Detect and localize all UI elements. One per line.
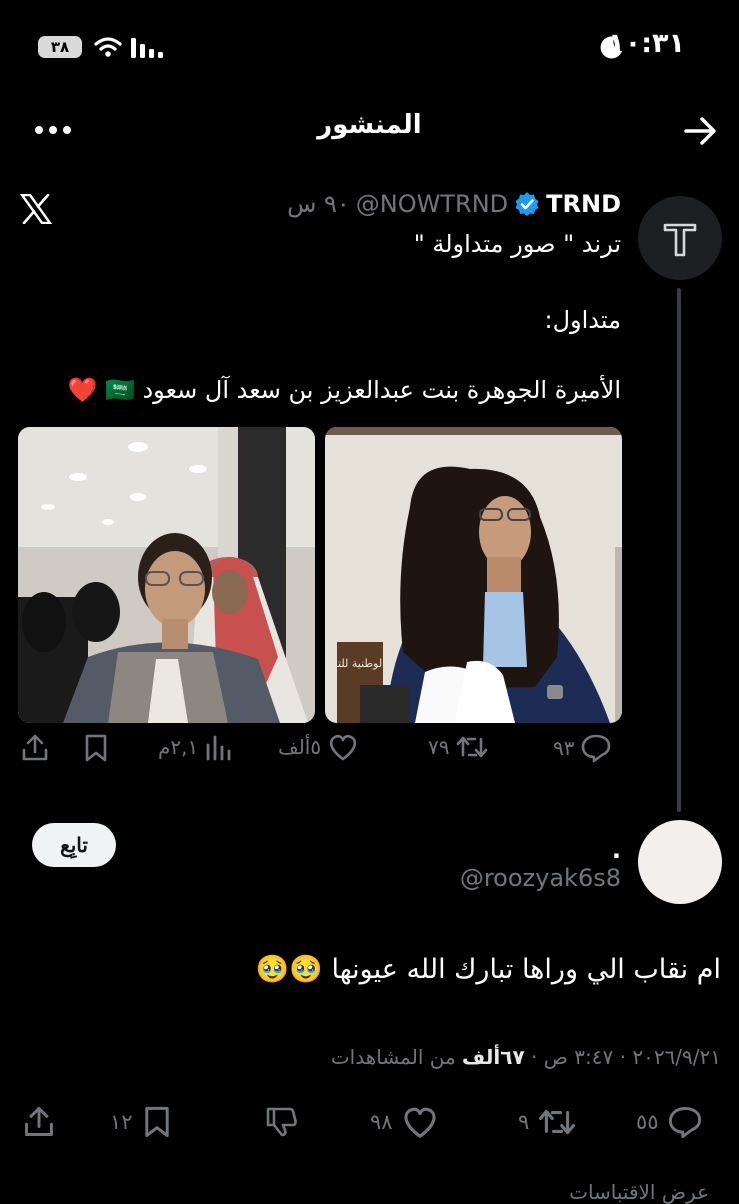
- bookmark-button[interactable]: ١٢: [110, 1105, 173, 1139]
- verified-badge-icon: [514, 191, 540, 217]
- views-chart-icon: [204, 733, 232, 761]
- repost-button[interactable]: ٧٩: [428, 733, 489, 761]
- like-count: ٩٨: [370, 1110, 393, 1134]
- post-photo[interactable]: [18, 427, 315, 723]
- author-handle[interactable]: @NOWTRND: [356, 190, 508, 218]
- reply-button[interactable]: ٩٣: [553, 733, 612, 763]
- repost-icon: [455, 733, 489, 761]
- like-button[interactable]: ٩٨: [370, 1105, 439, 1139]
- page-title: المنشور: [317, 110, 422, 140]
- signal-icon: [131, 38, 167, 58]
- battery-level: ٣٨: [50, 38, 70, 56]
- post-actions: ١٢ ٩٨ ٩ ٥٥: [0, 1105, 739, 1151]
- reply-icon: [667, 1105, 703, 1139]
- heart-icon: [401, 1105, 439, 1139]
- heart-icon: [327, 733, 359, 761]
- views-stat[interactable]: ٢,١م: [158, 733, 232, 761]
- reply-button[interactable]: ٥٥: [636, 1105, 703, 1139]
- bookmark-button[interactable]: [82, 733, 110, 763]
- quoted-post-header: TRND @NOWTRND ٩٠ س: [287, 190, 621, 218]
- share-icon: [20, 733, 50, 763]
- views-count: ٢,١م: [158, 735, 199, 759]
- battery-indicator: ٣٨: [38, 36, 82, 58]
- reply-count: ٩٣: [553, 736, 575, 760]
- thumbs-down-icon: [264, 1105, 300, 1139]
- share-button[interactable]: [22, 1105, 56, 1139]
- post-date: ٢٠٢٦/٩/٢١: [632, 1045, 721, 1069]
- bookmark-icon: [82, 733, 110, 763]
- back-arrow-icon[interactable]: [684, 116, 718, 146]
- views-count: ٦٧ألف: [462, 1045, 525, 1069]
- quoted-text-line: الأميرة الجوهرة بنت عبدالعزيز بن سعد آل …: [67, 376, 621, 404]
- dislike-button[interactable]: [264, 1105, 300, 1139]
- reply-icon: [580, 733, 612, 763]
- wifi-icon: [94, 36, 122, 58]
- bookmark-icon: [141, 1105, 173, 1139]
- post-time: ٣:٤٧ ص: [543, 1045, 614, 1069]
- post-photo[interactable]: الوطنية للتا: [325, 427, 622, 723]
- quoted-text-line: متداول:: [544, 306, 621, 334]
- bookmark-count: ١٢: [110, 1110, 133, 1134]
- x-logo-icon: [20, 194, 52, 224]
- quoted-text-line: ترند " صور متداولة ": [413, 230, 621, 258]
- like-count: ٥ألف: [278, 735, 322, 759]
- user-avatar[interactable]: [638, 820, 722, 904]
- post-meta: ٢٠٢٦/٩/٢١ · ٣:٤٧ ص · ٦٧ألف من المشاهدات: [330, 1045, 721, 1069]
- view-quotes-link[interactable]: عرض الاقتباسات: [569, 1180, 709, 1204]
- follow-button[interactable]: تابِع: [32, 823, 116, 867]
- like-button[interactable]: ٥ألف: [278, 733, 359, 761]
- repost-button[interactable]: ٩: [518, 1105, 577, 1139]
- user-display-name[interactable]: .: [612, 836, 621, 864]
- repost-icon: [537, 1105, 577, 1139]
- quoted-post-actions: ٢,١م ٥ألف ٧٩ ٩٣: [0, 733, 739, 777]
- user-handle[interactable]: @roozyak6s8: [460, 864, 621, 892]
- share-button[interactable]: [20, 733, 50, 763]
- author-name[interactable]: TRND: [546, 190, 621, 218]
- post-text: ام نقاب الي وراها تبارك الله عيونها 🥹🥹: [255, 954, 721, 985]
- status-time: ١٠:٣١: [608, 28, 685, 59]
- share-icon: [22, 1105, 56, 1139]
- post-time: ٩٠ س: [287, 190, 350, 218]
- views-label: من المشاهدات: [330, 1045, 456, 1069]
- repost-count: ٩: [518, 1110, 530, 1134]
- repost-count: ٧٩: [428, 735, 450, 759]
- reply-count: ٥٥: [636, 1110, 659, 1134]
- trnd-avatar[interactable]: [638, 196, 722, 280]
- photo-book-label: الوطنية للتا: [335, 657, 386, 670]
